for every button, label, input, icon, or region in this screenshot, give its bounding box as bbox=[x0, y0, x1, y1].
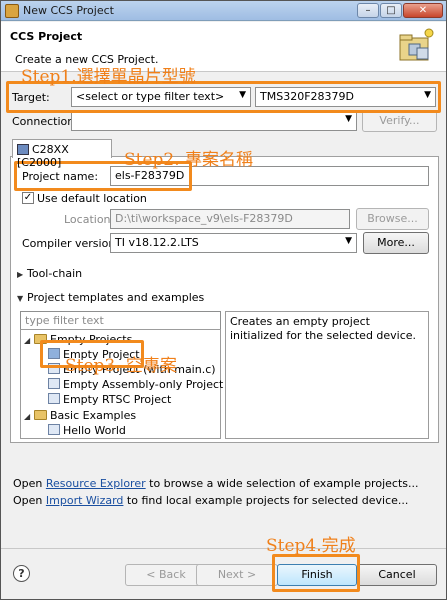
target-filter-combo[interactable]: <select or type filter text> ▼ bbox=[71, 87, 251, 107]
connection-combo[interactable]: ▼ bbox=[71, 111, 357, 131]
connection-label: Connection: bbox=[12, 115, 78, 128]
more-button[interactable]: More... bbox=[363, 232, 429, 254]
tree-item-label: Hello World bbox=[63, 424, 126, 437]
chip-icon bbox=[17, 144, 29, 155]
project-icon bbox=[48, 424, 60, 435]
chevron-down-icon: ▼ bbox=[345, 236, 352, 246]
project-name-label: Project name: bbox=[22, 170, 99, 183]
tree-item-label: Empty Assembly-only Project bbox=[63, 378, 224, 391]
new-project-wizard-icon bbox=[399, 28, 434, 61]
back-button[interactable]: < Back bbox=[125, 564, 207, 586]
maximize-button[interactable]: □ bbox=[380, 3, 402, 18]
project-icon bbox=[48, 378, 60, 389]
minimize-button[interactable]: – bbox=[357, 3, 379, 18]
tab-c28xx[interactable]: C28XX [C2000] bbox=[12, 139, 112, 169]
browse-button[interactable]: Browse... bbox=[356, 208, 429, 230]
toolchain-section[interactable]: ▶ Tool-chain bbox=[17, 267, 82, 280]
page-title: CCS Project bbox=[10, 30, 83, 43]
title-bar[interactable]: New CCS Project – □ ✕ bbox=[1, 1, 446, 21]
use-default-location-checkbox[interactable]: ✓ bbox=[22, 192, 34, 204]
chevron-down-icon[interactable]: ◢ bbox=[24, 336, 34, 345]
templates-tree: ◢ Empty Projects Empty Project Empty Proj… bbox=[20, 329, 223, 439]
template-filter-input[interactable]: type filter text bbox=[20, 311, 221, 331]
target-filter-placeholder: <select or type filter text> bbox=[76, 90, 225, 103]
compiler-version-combo[interactable]: TI v18.12.2.LTS ▼ bbox=[110, 233, 357, 253]
location-label: Location: bbox=[64, 213, 115, 226]
chevron-right-icon: ▶ bbox=[17, 270, 24, 279]
close-button[interactable]: ✕ bbox=[403, 3, 443, 18]
location-input[interactable]: D:\ti\workspace_v9\els-F28379D bbox=[110, 209, 350, 229]
tree-item-label: Empty RTSC Project bbox=[63, 393, 172, 406]
chevron-down-icon[interactable]: ◢ bbox=[24, 412, 34, 421]
footer-text: Open bbox=[13, 477, 46, 490]
target-label: Target: bbox=[12, 91, 50, 104]
step4-annotation: Step4.完成 bbox=[266, 536, 356, 556]
dialog-window: New CCS Project – □ ✕ CCS Project Create… bbox=[0, 0, 447, 600]
templates-section[interactable]: ▼ Project templates and examples bbox=[17, 291, 204, 304]
import-wizard-link[interactable]: Import Wizard bbox=[46, 494, 124, 507]
tree-item[interactable]: Empty Assembly-only Project bbox=[48, 378, 223, 391]
footer-divider bbox=[1, 548, 446, 549]
step2-annotation: Step2. 專案名稱 bbox=[124, 150, 254, 170]
verify-button[interactable]: Verify... bbox=[362, 110, 437, 132]
tree-item[interactable]: ◢ Basic Examples bbox=[24, 409, 136, 422]
project-icon bbox=[48, 348, 60, 359]
tree-item[interactable]: Hello World bbox=[48, 424, 126, 437]
step3-annotation: Step3. 空專案 bbox=[65, 356, 178, 376]
footer-text: Open bbox=[13, 494, 46, 507]
template-description: Creates an empty project initialized for… bbox=[225, 311, 429, 439]
folder-icon bbox=[34, 334, 47, 344]
cancel-button[interactable]: Cancel bbox=[357, 564, 437, 586]
resource-explorer-link[interactable]: Resource Explorer bbox=[46, 477, 146, 490]
project-icon bbox=[48, 363, 60, 374]
chevron-down-icon: ▼ bbox=[424, 90, 431, 100]
target-device-combo[interactable]: TMS320F28379D ▼ bbox=[255, 87, 436, 107]
tree-item[interactable]: ◢ Empty Projects bbox=[24, 333, 132, 346]
tree-item[interactable]: Empty RTSC Project bbox=[48, 393, 171, 406]
footer-text: to browse a wide selection of example pr… bbox=[145, 477, 419, 490]
import-wizard-line: Open Import Wizard to find local example… bbox=[13, 494, 408, 507]
target-device-value: TMS320F28379D bbox=[260, 90, 354, 103]
use-default-location-label: Use default location bbox=[37, 192, 147, 205]
resource-explorer-line: Open Resource Explorer to browse a wide … bbox=[13, 477, 418, 490]
next-button[interactable]: Next > bbox=[196, 564, 278, 586]
step1-annotation: Step1.選擇單晶片型號 bbox=[21, 67, 196, 87]
compiler-version-label: Compiler version: bbox=[22, 237, 120, 250]
toolchain-label: Tool-chain bbox=[27, 267, 83, 280]
chevron-down-icon: ▼ bbox=[17, 294, 24, 303]
window-title: New CCS Project bbox=[23, 4, 114, 17]
compiler-version-value: TI v18.12.2.LTS bbox=[115, 236, 199, 249]
chevron-down-icon: ▼ bbox=[345, 114, 352, 124]
ccs-app-icon bbox=[5, 4, 19, 18]
tree-item-label: Basic Examples bbox=[50, 409, 137, 422]
templates-label: Project templates and examples bbox=[27, 291, 205, 304]
chevron-down-icon: ▼ bbox=[239, 90, 246, 100]
tree-item-label: Empty Projects bbox=[50, 333, 133, 346]
folder-icon bbox=[34, 410, 47, 420]
project-icon bbox=[48, 393, 60, 404]
help-icon[interactable]: ? bbox=[13, 565, 30, 582]
footer-text: to find local example projects for selec… bbox=[123, 494, 409, 507]
finish-button[interactable]: Finish bbox=[277, 564, 357, 586]
